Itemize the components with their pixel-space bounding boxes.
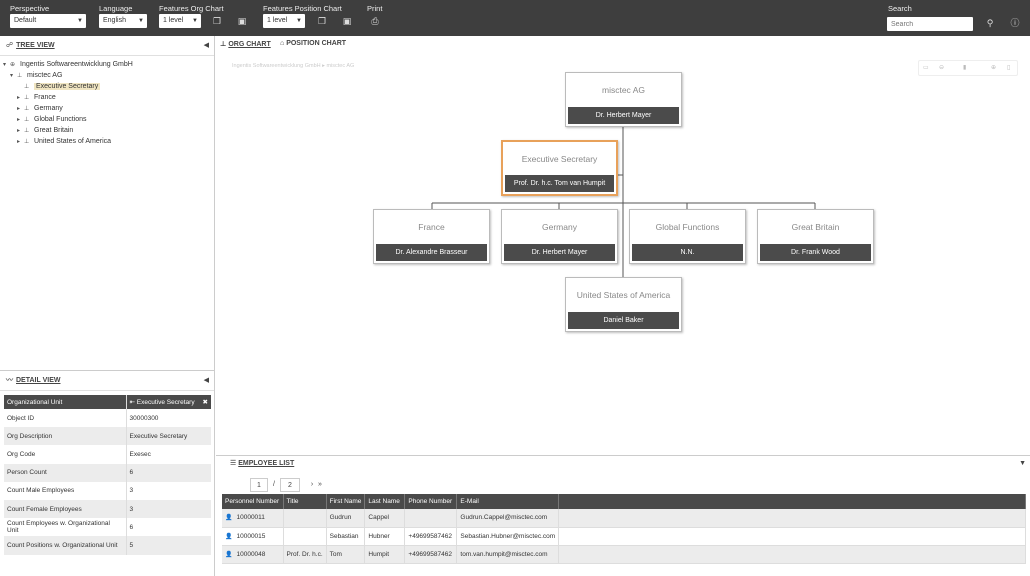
title-cell: Prof. Dr. h.c. (283, 545, 327, 564)
phone-cell: +49699587462 (404, 527, 458, 546)
personnel-number: 10000048 (236, 550, 266, 558)
table-row[interactable]: 👤 10000048 Prof. Dr. h.c. Tom Humpit +496… (222, 545, 1026, 564)
column-header-filler (558, 494, 1026, 509)
org-box-title: misctec AG (602, 85, 645, 95)
person-icon: 👤 (225, 533, 233, 540)
pager-current[interactable]: 1 (250, 478, 268, 492)
title-cell (283, 527, 327, 546)
next-page-icon[interactable]: › (308, 478, 316, 492)
last-name-cell: Hubner (364, 527, 406, 546)
table-row[interactable]: 👤 10000015 Sebastian Hubner +49699587462 … (222, 527, 1026, 546)
personnel-number-cell: 👤 10000011 (222, 509, 284, 528)
pager-total[interactable]: 2 (280, 478, 300, 492)
personnel-number-cell: 👤 10000048 (222, 545, 284, 564)
personnel-number-cell: 👤 10000015 (222, 527, 284, 546)
column-header[interactable]: E-Mail (456, 494, 560, 509)
org-box-title: France (418, 222, 445, 232)
org-box-title: Germany (542, 222, 577, 232)
org-box-unit[interactable]: Global Functions N.N. (629, 209, 746, 264)
org-box-person: Dr. Herbert Mayer (568, 107, 679, 124)
email-cell: tom.van.humpit@misctec.com (456, 545, 560, 564)
employee-list-title[interactable]: EMPLOYEE LIST (238, 460, 294, 467)
personnel-number: 10000015 (236, 532, 266, 540)
org-box-person: Daniel Baker (568, 312, 679, 329)
personnel-number: 10000011 (236, 514, 265, 522)
last-page-icon[interactable]: » (316, 478, 324, 492)
table-row[interactable]: 👤 10000011 Gudrun Cappel Gudrun.Cappel@mi… (222, 509, 1026, 528)
org-box-assistant[interactable]: Executive Secretary Prof. Dr. h.c. Tom v… (501, 140, 618, 196)
org-box-title: United States of America (576, 290, 671, 300)
person-icon: 👤 (225, 515, 233, 522)
org-box-unit[interactable]: Germany Dr. Herbert Mayer (501, 209, 618, 264)
filler-cell (558, 545, 1026, 564)
employee-table-header: Personnel Number Title First Name Last N… (222, 494, 1026, 509)
phone-cell (404, 509, 458, 528)
first-name-cell: Gudrun (326, 509, 366, 528)
org-box-top[interactable]: misctec AG Dr. Herbert Mayer (565, 72, 682, 127)
org-box-person: N.N. (632, 244, 743, 261)
employee-table: Personnel Number Title First Name Last N… (222, 494, 1026, 564)
last-name-cell: Cappel (364, 509, 406, 528)
first-name-cell: Sebastian (326, 527, 366, 546)
email-cell: Gudrun.Cappel@misctec.com (456, 509, 560, 528)
title-cell (283, 509, 327, 528)
filler-cell (558, 509, 1026, 528)
org-box-bottom[interactable]: United States of America Daniel Baker (565, 277, 682, 332)
column-header[interactable]: Phone Number (404, 494, 458, 509)
column-header[interactable]: Last Name (364, 494, 406, 509)
employee-list-header: ☰ EMPLOYEE LIST ▼ (216, 456, 1030, 472)
org-box-title: Great Britain (791, 222, 840, 232)
org-box-unit[interactable]: Great Britain Dr. Frank Wood (757, 209, 874, 264)
org-box-person: Dr. Herbert Mayer (504, 244, 615, 261)
org-box-title: Global Functions (655, 222, 720, 232)
first-name-cell: Tom (326, 545, 366, 564)
email-cell: Sebastian.Hubner@misctec.com (456, 527, 560, 546)
column-header[interactable]: First Name (326, 494, 366, 509)
pager-separator: / (273, 481, 275, 488)
org-box-person: Dr. Frank Wood (760, 244, 871, 261)
org-box-person: Prof. Dr. h.c. Tom van Humpit (505, 175, 614, 192)
list-icon: ☰ (230, 460, 239, 467)
filler-cell (558, 527, 1026, 546)
person-icon: 👤 (225, 551, 233, 558)
column-header[interactable]: Title (283, 494, 327, 509)
org-box-person: Dr. Alexandre Brasseur (376, 244, 487, 261)
collapse-down-icon[interactable]: ▼ (1019, 456, 1026, 472)
phone-cell: +49699587462 (404, 545, 458, 564)
column-header[interactable]: Personnel Number (222, 494, 284, 509)
employee-list-panel: ☰ EMPLOYEE LIST ▼ 1 / 2 › » Personnel Nu… (216, 455, 1030, 576)
org-box-title: Executive Secretary (521, 154, 598, 164)
org-box-unit[interactable]: France Dr. Alexandre Brasseur (373, 209, 490, 264)
last-name-cell: Humpit (364, 545, 406, 564)
